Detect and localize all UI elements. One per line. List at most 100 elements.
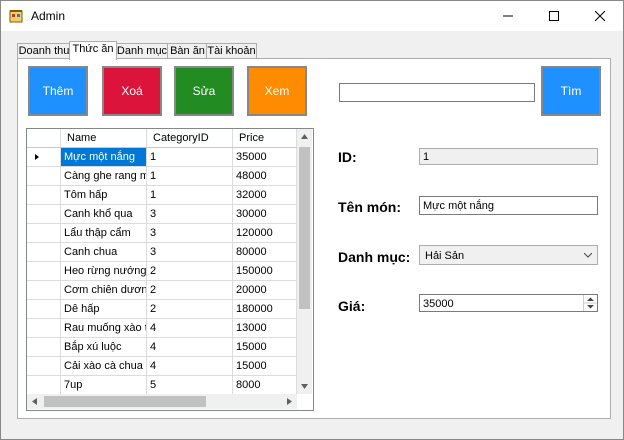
table-row[interactable]: Dê hấp 2 180000: [27, 300, 297, 319]
grid-cell-name[interactable]: Cơm chiên dương...: [61, 281, 147, 300]
table-row[interactable]: Lẩu thập cẩm 3 120000: [27, 224, 297, 243]
table-row[interactable]: Tôm hấp 1 32000: [27, 186, 297, 205]
stepper-arrows-icon: [584, 297, 597, 309]
close-icon: [595, 11, 605, 21]
vertical-scrollbar[interactable]: [297, 129, 312, 394]
grid-cell-name[interactable]: Canh chua: [61, 243, 147, 262]
grid-cell-price[interactable]: 30000: [233, 205, 297, 224]
grid-cell-name[interactable]: Canh khổ qua: [61, 205, 147, 224]
price-stepper[interactable]: 35000: [419, 294, 598, 312]
table-row[interactable]: Heo rừng nướng 2 150000: [27, 262, 297, 281]
column-header-price[interactable]: Price: [233, 129, 297, 147]
grid-cell-price[interactable]: 15000: [233, 357, 297, 376]
column-header-name[interactable]: Name: [61, 129, 147, 147]
minimize-button[interactable]: [485, 1, 531, 31]
grid-cell-name[interactable]: Cải xào cà chua: [61, 357, 147, 376]
grid-cell-category[interactable]: 2: [147, 262, 233, 281]
column-header-category[interactable]: CategoryID: [147, 129, 233, 147]
grid-cell-price[interactable]: 120000: [233, 224, 297, 243]
grid-header: Name CategoryID Price: [27, 129, 297, 148]
horizontal-scrollbar-graphic: [32, 396, 292, 407]
tab-category[interactable]: Danh mục: [115, 43, 169, 59]
row-header[interactable]: [27, 167, 61, 186]
close-button[interactable]: [577, 1, 623, 31]
table-row[interactable]: Cải xào cà chua 4 15000: [27, 357, 297, 376]
grid-cell-name[interactable]: Heo rừng nướng: [61, 262, 147, 281]
grid-cell-price[interactable]: 180000: [233, 300, 297, 319]
grid-cell-category[interactable]: 4: [147, 319, 233, 338]
table-row[interactable]: Cơm chiên dương...220000: [27, 281, 297, 300]
name-field[interactable]: Mực một nắng: [419, 196, 598, 215]
grid-cell-name[interactable]: Dê hấp: [61, 300, 147, 319]
grid-cell-category[interactable]: 3: [147, 205, 233, 224]
row-header[interactable]: [27, 281, 61, 300]
grid-cell-category[interactable]: 2: [147, 281, 233, 300]
grid-cell-category[interactable]: 3: [147, 243, 233, 262]
grid-cell-price[interactable]: 80000: [233, 243, 297, 262]
minimize-icon: [503, 15, 513, 17]
table-row[interactable]: Canh chua 3 80000: [27, 243, 297, 262]
grid-cell-name[interactable]: Mực một nắng: [61, 148, 147, 167]
category-select[interactable]: Hải Sản: [419, 245, 598, 265]
current-row-icon: [35, 154, 39, 160]
food-grid[interactable]: Name CategoryID Price Mực một nắng 1 35000…: [26, 128, 314, 411]
row-header[interactable]: [27, 262, 61, 281]
tab-table[interactable]: Bàn ăn: [167, 43, 208, 59]
grid-cell-price[interactable]: 20000: [233, 281, 297, 300]
table-row[interactable]: Càng ghe rang m...148000: [27, 167, 297, 186]
view-button[interactable]: Xem: [247, 66, 307, 116]
stepper-buttons[interactable]: [583, 295, 597, 311]
maximize-button[interactable]: [531, 1, 577, 31]
table-row[interactable]: Bắp xú luộc 4 15000: [27, 338, 297, 357]
edit-button[interactable]: Sửa: [174, 66, 234, 116]
app-icon: [9, 10, 23, 23]
table-row[interactable]: Rau muống xào tỏi413000: [27, 319, 297, 338]
search-button[interactable]: Tìm: [541, 66, 601, 116]
grid-cell-price[interactable]: 15000: [233, 338, 297, 357]
id-field[interactable]: 1: [419, 148, 598, 165]
grid-cell-price[interactable]: 48000: [233, 167, 297, 186]
grid-cell-price[interactable]: 13000: [233, 319, 297, 338]
tab-revenue[interactable]: Doanh thu: [17, 43, 71, 59]
row-header[interactable]: [27, 243, 61, 262]
grid-cell-category[interactable]: 3: [147, 224, 233, 243]
grid-cell-name[interactable]: Lẩu thập cẩm: [61, 224, 147, 243]
table-row[interactable]: Mực một nắng 1 35000: [27, 148, 297, 167]
add-button[interactable]: Thêm: [28, 66, 88, 116]
price-value: 35000: [423, 298, 454, 310]
category-select-value: Hải Sản: [425, 250, 465, 262]
row-header[interactable]: [27, 319, 61, 338]
grid-cell-category[interactable]: 1: [147, 186, 233, 205]
grid-corner: [27, 129, 61, 147]
grid-cell-name[interactable]: Bắp xú luộc: [61, 338, 147, 357]
tab-account[interactable]: Tài khoản: [206, 43, 257, 59]
grid-cell-price[interactable]: 150000: [233, 262, 297, 281]
horizontal-scrollbar[interactable]: [27, 394, 297, 409]
grid-cell-category[interactable]: 5: [147, 376, 233, 395]
delete-button[interactable]: Xoá: [102, 66, 162, 116]
table-row[interactable]: Canh khổ qua 3 30000: [27, 205, 297, 224]
search-input[interactable]: [339, 83, 535, 102]
grid-cell-category[interactable]: 2: [147, 300, 233, 319]
grid-cell-price[interactable]: 35000: [233, 148, 297, 167]
tab-food[interactable]: Thức ăn: [69, 41, 117, 60]
grid-cell-category[interactable]: 1: [147, 167, 233, 186]
grid-cell-price[interactable]: 8000: [233, 376, 297, 395]
row-header[interactable]: [27, 376, 61, 395]
row-header[interactable]: [27, 224, 61, 243]
grid-cell-category[interactable]: 4: [147, 357, 233, 376]
grid-cell-name[interactable]: 7up: [61, 376, 147, 395]
grid-cell-name[interactable]: Càng ghe rang m...: [61, 167, 147, 186]
table-row[interactable]: 7up 5 8000: [27, 376, 297, 395]
grid-cell-price[interactable]: 32000: [233, 186, 297, 205]
row-header[interactable]: [27, 205, 61, 224]
row-header[interactable]: [27, 148, 61, 167]
grid-cell-category[interactable]: 4: [147, 338, 233, 357]
grid-cell-category[interactable]: 1: [147, 148, 233, 167]
row-header[interactable]: [27, 338, 61, 357]
row-header[interactable]: [27, 186, 61, 205]
row-header[interactable]: [27, 300, 61, 319]
grid-cell-name[interactable]: Rau muống xào tỏi: [61, 319, 147, 338]
grid-cell-name[interactable]: Tôm hấp: [61, 186, 147, 205]
row-header[interactable]: [27, 357, 61, 376]
